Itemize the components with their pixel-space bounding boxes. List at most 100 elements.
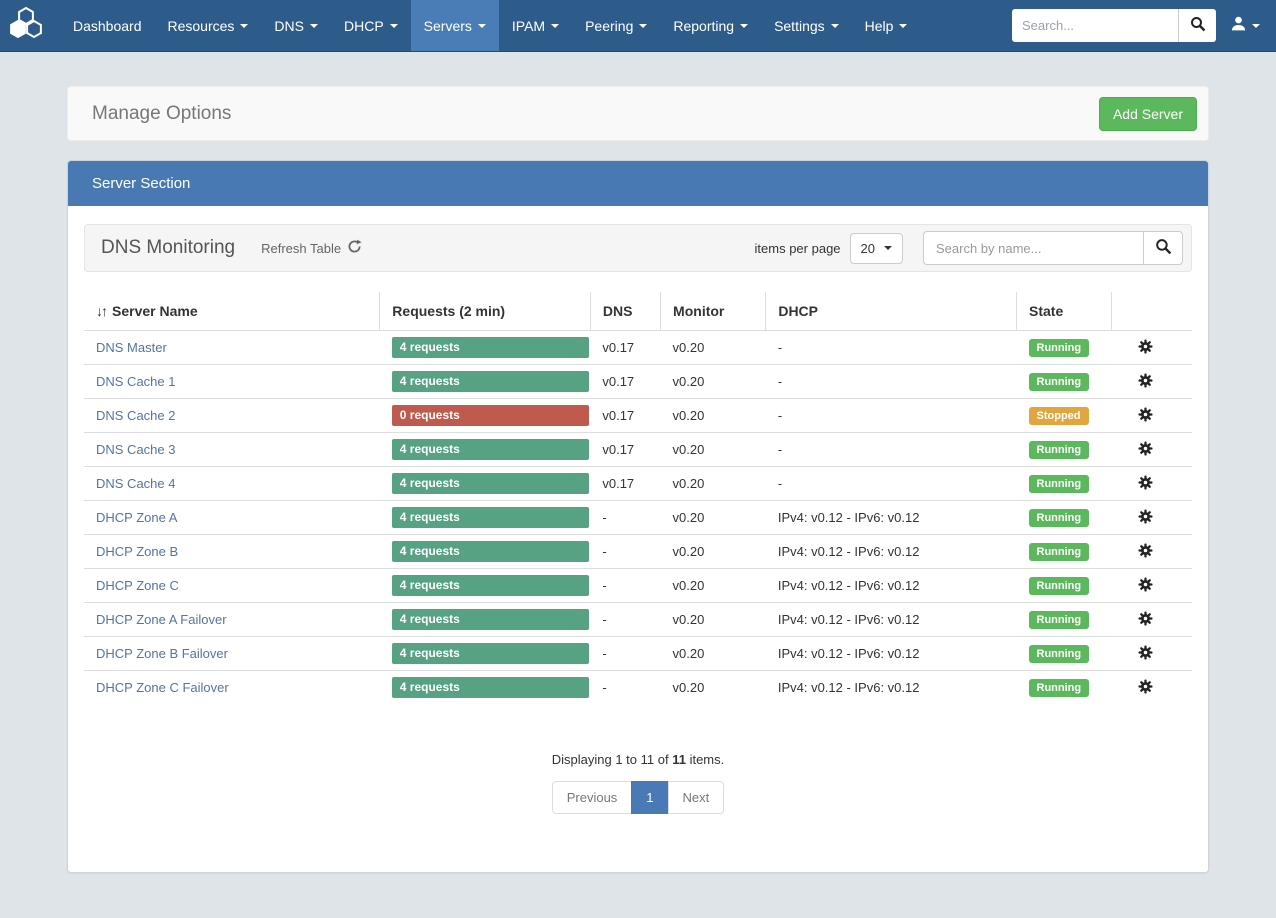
page-header: Manage Options Add Server	[67, 86, 1209, 141]
gear-icon[interactable]	[1138, 373, 1153, 388]
server-name-link[interactable]: DHCP Zone B	[96, 544, 178, 559]
search-by-name-input[interactable]	[923, 231, 1143, 265]
nav-item-servers[interactable]: Servers	[411, 0, 499, 51]
items-per-page-label: items per page	[755, 241, 841, 256]
hexagon-cluster-logo-icon	[9, 6, 43, 45]
search-by-name-button[interactable]	[1143, 231, 1183, 265]
pagination-next-button[interactable]: Next	[668, 781, 725, 814]
server-name-link[interactable]: DNS Cache 2	[96, 408, 175, 423]
gear-icon[interactable]	[1138, 577, 1153, 592]
top-navbar: Dashboard ResourcesDNSDHCP Servers IPAM Peer…	[0, 0, 1276, 52]
dhcp-versions: IPv4: v0.12 - IPv6: v0.12	[766, 535, 1017, 569]
nav-item-ipam[interactable]: IPAM	[499, 0, 572, 51]
requests-bar: 4 requests	[392, 337, 589, 358]
server-name-link[interactable]: DHCP Zone A Failover	[96, 612, 227, 627]
server-name-link[interactable]: DNS Cache 4	[96, 476, 175, 491]
nav-item-settings[interactable]: Settings	[761, 0, 852, 51]
state-badge: Running	[1029, 509, 1090, 527]
global-search	[1012, 9, 1216, 42]
table-row: DNS Cache 14 requestsv0.17v0.20-Running	[84, 365, 1192, 399]
monitor-version: v0.20	[661, 603, 766, 637]
dhcp-versions: -	[766, 331, 1017, 365]
chevron-down-icon	[831, 24, 839, 28]
monitor-version: v0.20	[661, 365, 766, 399]
app-logo[interactable]	[0, 0, 60, 51]
pagination-previous-button[interactable]: Previous	[552, 781, 633, 814]
server-name-link[interactable]: DHCP Zone C	[96, 578, 179, 593]
refresh-table-label: Refresh Table	[261, 241, 341, 256]
nav-item-reporting[interactable]: Reporting	[660, 0, 761, 51]
monitor-version: v0.20	[661, 467, 766, 501]
gear-icon[interactable]	[1138, 509, 1153, 524]
table-row: DHCP Zone A Failover4 requests-v0.20IPv4…	[84, 603, 1192, 637]
requests-bar: 4 requests	[392, 575, 589, 596]
requests-bar: 4 requests	[392, 473, 589, 494]
requests-bar: 4 requests	[392, 609, 589, 630]
state-badge: Stopped	[1029, 407, 1089, 425]
table-row: DNS Master4 requestsv0.17v0.20-Running	[84, 331, 1192, 365]
refresh-table-link[interactable]: Refresh Table	[261, 239, 362, 257]
nav-item-label: Dashboard	[73, 18, 142, 34]
server-name-link[interactable]: DNS Master	[96, 340, 167, 355]
refresh-icon	[347, 239, 362, 257]
nav-item-resources[interactable]: Resources	[155, 0, 262, 51]
nav-item-dhcp[interactable]: DHCP	[331, 0, 411, 51]
column-header-actions	[1112, 292, 1192, 331]
server-name-link[interactable]: DHCP Zone C Failover	[96, 680, 229, 695]
global-search-input[interactable]	[1012, 9, 1178, 42]
nav-item-peering[interactable]: Peering	[572, 0, 660, 51]
state-badge: Running	[1029, 475, 1090, 493]
dhcp-versions: -	[766, 365, 1017, 399]
pagination-page-1-button[interactable]: 1	[631, 781, 668, 814]
server-name-link[interactable]: DHCP Zone A	[96, 510, 177, 525]
dns-monitoring-toolbar: DNS Monitoring Refresh Table items per p…	[84, 224, 1192, 272]
table-row: DNS Cache 44 requestsv0.17v0.20-Running	[84, 467, 1192, 501]
server-name-link[interactable]: DNS Cache 1	[96, 374, 175, 389]
gear-icon[interactable]	[1138, 679, 1153, 694]
nav-item-dashboard[interactable]: Dashboard	[60, 0, 155, 51]
gear-icon[interactable]	[1138, 339, 1153, 354]
dhcp-versions: -	[766, 467, 1017, 501]
monitor-version: v0.20	[661, 671, 766, 705]
dhcp-versions: IPv4: v0.12 - IPv6: v0.12	[766, 569, 1017, 603]
search-icon	[1155, 238, 1172, 258]
page-title: Manage Options	[92, 103, 231, 125]
gear-icon[interactable]	[1138, 645, 1153, 660]
requests-bar: 4 requests	[392, 541, 589, 562]
gear-icon[interactable]	[1138, 441, 1153, 456]
nav-item-label: Settings	[774, 18, 825, 34]
gear-icon[interactable]	[1138, 475, 1153, 490]
server-name-link[interactable]: DHCP Zone B Failover	[96, 646, 228, 661]
nav-item-label: Servers	[424, 18, 472, 34]
items-per-page-value: 20	[861, 241, 875, 256]
gear-icon[interactable]	[1138, 543, 1153, 558]
nav-item-dns[interactable]: DNS	[261, 0, 331, 51]
dhcp-versions: -	[766, 433, 1017, 467]
pagination: Previous 1 Next	[552, 781, 725, 814]
dns-monitoring-title: DNS Monitoring	[101, 237, 235, 259]
server-section-card: Server Section DNS Monitoring Refresh Ta…	[67, 160, 1209, 873]
dns-version: v0.17	[590, 331, 660, 365]
column-header-server-name[interactable]: ↓↑Server Name	[84, 292, 380, 331]
main-nav: Dashboard ResourcesDNSDHCP Servers IPAM Peer…	[60, 0, 920, 51]
requests-bar: 4 requests	[392, 371, 589, 392]
table-row: DHCP Zone C Failover4 requests-v0.20IPv4…	[84, 671, 1192, 705]
column-header-requests: Requests (2 min)	[380, 292, 591, 331]
requests-bar: 4 requests	[392, 677, 589, 698]
monitor-version: v0.20	[661, 399, 766, 433]
monitor-version: v0.20	[661, 569, 766, 603]
add-server-button[interactable]: Add Server	[1099, 97, 1197, 131]
items-per-page-select[interactable]: 20	[850, 233, 903, 264]
gear-icon[interactable]	[1138, 407, 1153, 422]
requests-bar: 4 requests	[392, 439, 589, 460]
user-menu[interactable]	[1216, 15, 1266, 37]
global-search-button[interactable]	[1178, 9, 1216, 42]
monitor-version: v0.20	[661, 637, 766, 671]
nav-item-label: Peering	[585, 18, 633, 34]
user-icon	[1230, 15, 1247, 37]
server-name-link[interactable]: DNS Cache 3	[96, 442, 175, 457]
gear-icon[interactable]	[1138, 611, 1153, 626]
state-badge: Running	[1029, 577, 1090, 595]
nav-item-help[interactable]: Help	[852, 0, 921, 51]
dhcp-versions: -	[766, 399, 1017, 433]
